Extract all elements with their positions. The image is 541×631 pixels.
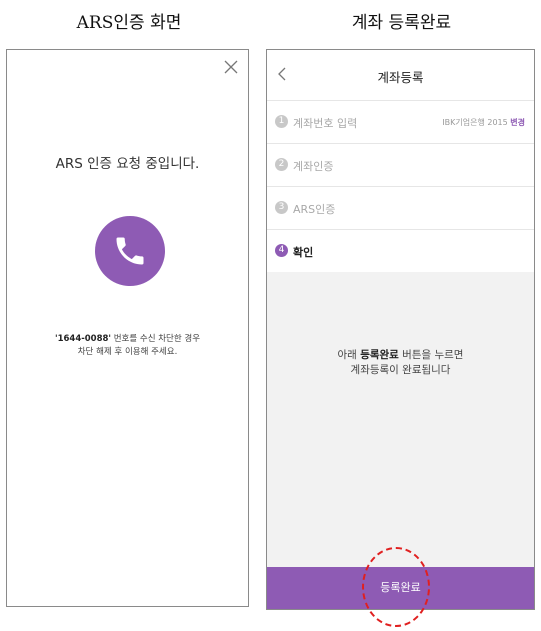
page-title: 계좌등록	[377, 70, 424, 85]
block-notice: '1644-0088' 번호를 수신 차단한 경우 차단 해제 후 이용해 주세…	[7, 333, 248, 359]
step-number: 3	[275, 201, 288, 214]
ars-status-message: ARS 인증 요청 중입니다.	[55, 156, 200, 172]
completion-guide: 아래 등록완료 버튼을 누르면 계좌등록이 완료됩니다	[267, 348, 534, 378]
header: 계좌등록	[267, 50, 534, 100]
phone-icon	[116, 237, 144, 265]
step-ars-verification: 3 ARS인증	[267, 186, 534, 229]
step-number: 2	[275, 158, 288, 171]
guide-line2: 계좌등록이 완료됩니다	[350, 364, 451, 376]
caption-registration-complete: 계좌 등록완료	[351, 13, 452, 33]
step-number: 1	[275, 115, 288, 128]
guide-button-name: 등록완료	[360, 349, 399, 361]
step-confirm: 4 확인	[267, 229, 534, 272]
step-account-number: 1 계좌번호 입력 IBK기업은행 2015 변경	[267, 100, 534, 143]
step-number: 4	[275, 244, 288, 257]
step-label: ARS인증	[293, 203, 336, 216]
phone-badge	[95, 216, 165, 286]
notice-line2: 차단 해제 후 이용해 주세요.	[77, 347, 178, 357]
step-label: 계좌번호 입력	[293, 117, 358, 130]
step-label: 계좌인증	[293, 160, 334, 173]
step-account-verification: 2 계좌인증	[267, 143, 534, 186]
bank-account-info: IBK기업은행 2015 변경	[442, 117, 525, 128]
change-link[interactable]: 변경	[510, 118, 525, 127]
close-icon[interactable]	[223, 59, 239, 75]
guide-suffix: 버튼을 누르면	[398, 349, 464, 361]
ars-phone-number: '1644-0088'	[54, 334, 112, 344]
notice-line1: 번호를 수신 차단한 경우	[111, 334, 201, 344]
step-label: 확인	[293, 246, 314, 259]
register-complete-button[interactable]: 등록완료	[267, 567, 534, 609]
ars-screen: ARS 인증 요청 중입니다. '1644-0088' 번호를 수신 차단한 경…	[6, 49, 249, 607]
caption-ars-screen: ARS인증 화면	[76, 13, 182, 33]
bank-name: IBK기업은행 2015	[442, 118, 508, 127]
guide-prefix: 아래	[337, 349, 361, 361]
registration-screen: 계좌등록 1 계좌번호 입력 IBK기업은행 2015 변경 2 계좌인증 3 …	[266, 49, 535, 610]
